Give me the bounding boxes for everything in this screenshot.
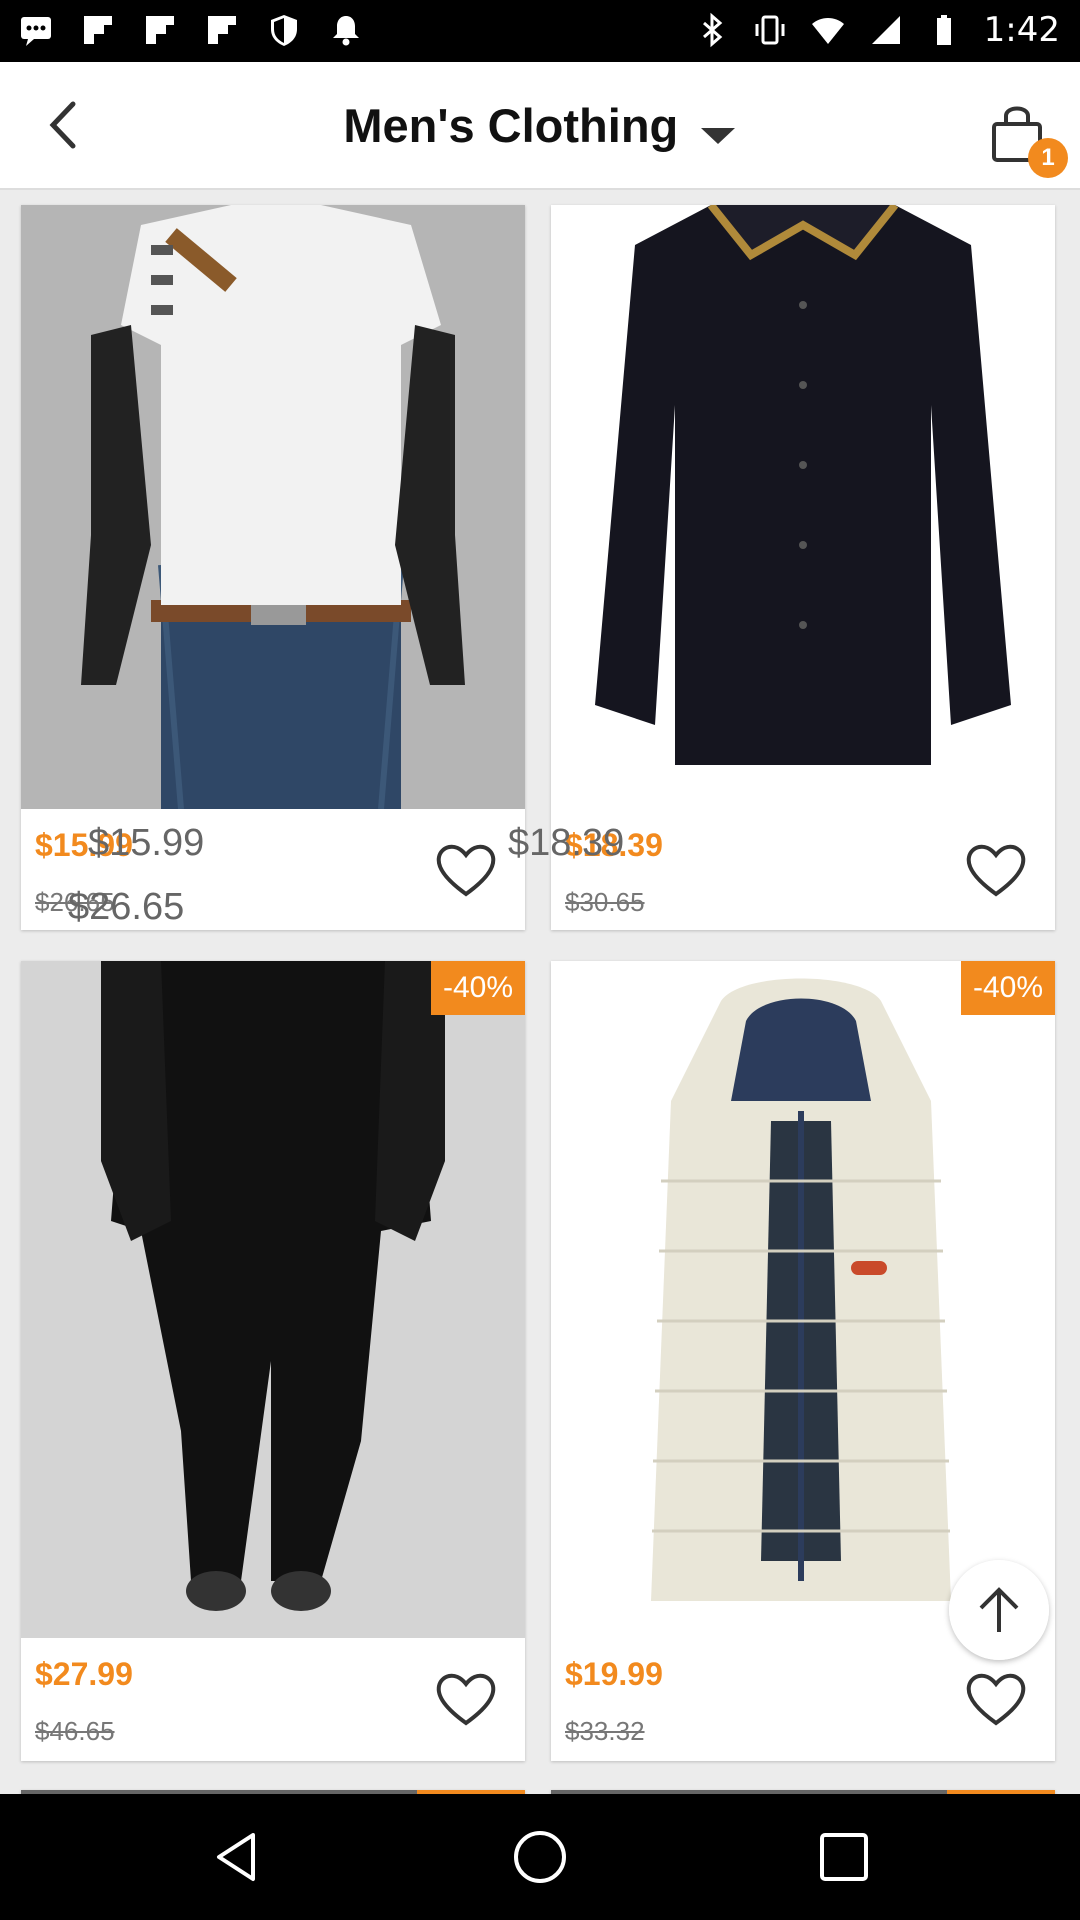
product-card[interactable]: -40% $27.99 $46.65 [21,961,525,1761]
heart-icon [436,1673,496,1726]
product-price: $27.99 [35,1656,133,1692]
overlay-old-price-text: $26.65 [68,886,185,928]
category-selector[interactable]: Men's Clothing [0,98,1080,153]
flipboard-icon [208,16,236,44]
heart-icon [436,844,496,897]
favorite-button[interactable] [963,839,1029,899]
status-right-icons: 1:42 [694,10,1060,50]
overlay-price-text: $18.39 [508,822,625,864]
discount-badge: -40% [960,961,1055,1015]
page-title: Men's Clothing [343,99,679,152]
caret-down-icon [699,124,737,151]
scroll-to-top-button[interactable] [949,1560,1049,1660]
discount-badge: -40% [430,961,525,1015]
wifi-icon [811,18,844,44]
product-old-price: $33.32 [565,1716,645,1746]
product-info: $18.39 $30.65 [551,809,1055,930]
vibrate-icon [755,15,785,45]
product-image[interactable] [551,205,1055,809]
flipboard-icon [84,16,112,44]
favorite-button[interactable] [963,1668,1029,1728]
messages-icon [21,17,51,46]
status-time: 1:42 [983,10,1060,50]
status-bar: 1:42 [0,0,1080,62]
battery-icon [936,15,951,45]
heart-icon [966,844,1026,897]
product-image[interactable]: -40% [21,961,525,1638]
back-triangle-icon[interactable] [207,1827,267,1887]
product-old-price: $46.65 [35,1716,115,1746]
cart-count-badge: 1 [1028,138,1068,178]
signal-icon [871,16,900,44]
product-image[interactable] [21,205,525,809]
recents-square-icon[interactable] [814,1827,874,1887]
product-old-price: $30.65 [565,887,645,917]
product-info: $27.99 $46.65 [21,1638,525,1761]
app-header: Men's Clothing 1 [0,62,1080,190]
product-info: $19.99 $33.32 [551,1638,1055,1761]
favorite-button[interactable] [433,839,499,899]
flipboard-icon [146,16,174,44]
product-image[interactable]: -40% [551,961,1055,1638]
heart-icon [966,1673,1026,1726]
arrow-up-icon [979,1587,1019,1632]
notification-icon [333,16,359,46]
shield-icon [271,15,297,46]
overlay-price-text: $15.99 [88,822,205,864]
system-nav-bar [0,1794,1080,1920]
product-card[interactable]: $18.39 $30.65 [551,205,1055,930]
bluetooth-icon [702,12,722,48]
favorite-button[interactable] [433,1668,499,1728]
product-price: $19.99 [565,1656,663,1692]
home-circle-icon[interactable] [510,1827,570,1887]
status-left-icons [18,12,364,48]
